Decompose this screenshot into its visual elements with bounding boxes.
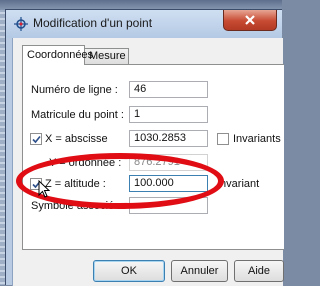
point-matricule-field[interactable]: 1 [129,106,208,123]
checkmark-icon [32,135,41,144]
close-button[interactable] [223,10,277,31]
title-bar[interactable]: Modification d'un point [6,10,282,38]
point-matricule-label: Matricule du point : [31,109,124,121]
window-title: Modification d'un point [33,16,153,30]
help-button[interactable]: Aide [234,260,284,282]
z-label: Z = altitude : [45,178,106,190]
symbol-label: Symbole associé : [31,200,121,212]
z-altitude-field[interactable]: 100.000 [129,175,208,192]
y-label: Y = ordonnée : [49,157,122,169]
y-ordinate-field[interactable]: 876.2791 [129,154,208,171]
z-invariant-label: Invariant [217,178,260,190]
line-number-field[interactable]: 46 [129,81,208,98]
x-abscissa-field[interactable]: 1030.2853 [129,130,208,147]
x-invariant-label: Invariants [233,133,281,145]
close-icon [245,15,255,25]
x-label: X = abscisse [45,133,108,145]
cancel-button[interactable]: Annuler [171,260,228,282]
mouse-pointer-icon [38,180,50,198]
symbol-field[interactable] [129,197,208,214]
point-modification-dialog: Modification d'un point Coordonnées Mesu… [5,9,284,286]
x-invariant-checkbox[interactable] [217,133,229,145]
ok-button[interactable]: OK [93,260,165,282]
tab-coordonnees[interactable]: Coordonnées [22,45,93,65]
dialog-client-area: Coordonnées Mesure Numéro de ligne : 46 … [12,38,284,286]
x-checkbox[interactable] [30,133,42,145]
point-crosshair-icon [13,16,29,32]
coordinates-tab-panel: Numéro de ligne : 46 Matricule du point … [22,64,284,250]
line-number-label: Numéro de ligne : [31,84,118,96]
